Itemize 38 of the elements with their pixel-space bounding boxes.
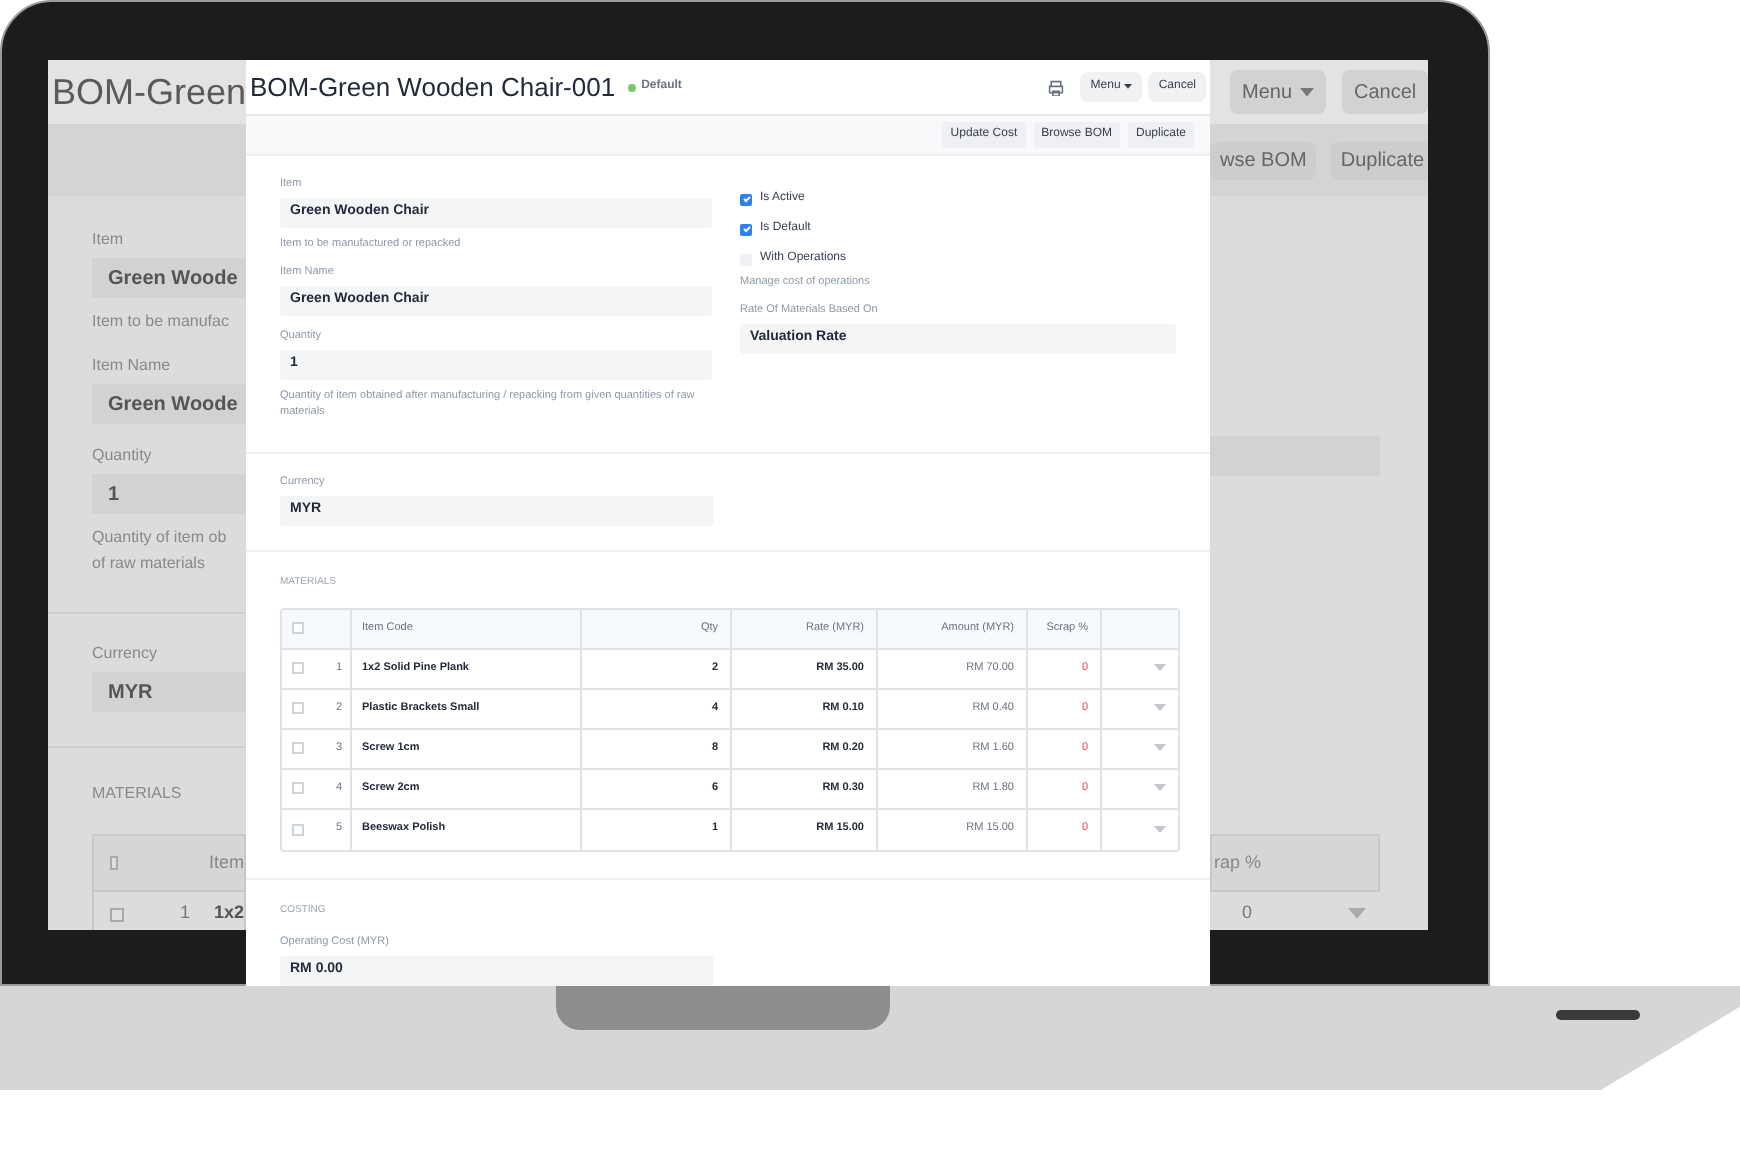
field-label: Quantity bbox=[92, 444, 154, 466]
column-header: rap % bbox=[1214, 849, 1262, 876]
checkbox[interactable] bbox=[292, 662, 304, 674]
caret-icon bbox=[1154, 704, 1166, 712]
toolbar-button[interactable]: wse BOM bbox=[1210, 141, 1317, 179]
table-cell-text: 1x2 bbox=[213, 900, 244, 927]
checkbox[interactable] bbox=[110, 907, 124, 921]
table-cell-text: 0 bbox=[1242, 900, 1253, 927]
checkbox[interactable] bbox=[292, 702, 304, 714]
help-text: Quantity of item ob bbox=[92, 526, 229, 550]
help-text: of raw materials bbox=[92, 552, 207, 576]
caret-icon bbox=[1124, 84, 1133, 90]
column-header: Item bbox=[208, 849, 244, 876]
caret-icon bbox=[1300, 87, 1315, 97]
cancel-button[interactable]: Cancel bbox=[1342, 70, 1428, 114]
field-label: Currency bbox=[92, 642, 159, 664]
caret-icon bbox=[1154, 784, 1166, 792]
row-number: 1 bbox=[179, 900, 190, 927]
checkbox[interactable] bbox=[292, 622, 304, 634]
laptop-slot bbox=[1556, 1010, 1640, 1020]
checkbox[interactable] bbox=[292, 823, 304, 835]
toolbar-button[interactable]: Duplicate bbox=[1330, 141, 1428, 179]
checkbox[interactable] bbox=[110, 856, 119, 870]
help-text: Item to be manufac bbox=[92, 310, 231, 334]
dialog-title: BOM-Green Wooden Chair-001 bbox=[250, 69, 616, 106]
checkbox[interactable] bbox=[292, 782, 304, 794]
printer-icon[interactable] bbox=[1048, 79, 1065, 95]
field[interactable] bbox=[1210, 436, 1380, 476]
page-title: BOM-Green bbox=[52, 74, 247, 110]
field-label: Item bbox=[92, 228, 126, 250]
caret-icon bbox=[1154, 664, 1166, 672]
field-label: Item Name bbox=[92, 354, 173, 376]
menu-button[interactable]: Menu bbox=[1230, 70, 1327, 114]
caret-icon bbox=[1154, 825, 1166, 833]
checkbox[interactable] bbox=[292, 742, 304, 754]
section-heading: MATERIALS bbox=[92, 782, 184, 806]
caret-icon bbox=[1348, 908, 1367, 920]
caret-icon bbox=[1154, 744, 1166, 752]
